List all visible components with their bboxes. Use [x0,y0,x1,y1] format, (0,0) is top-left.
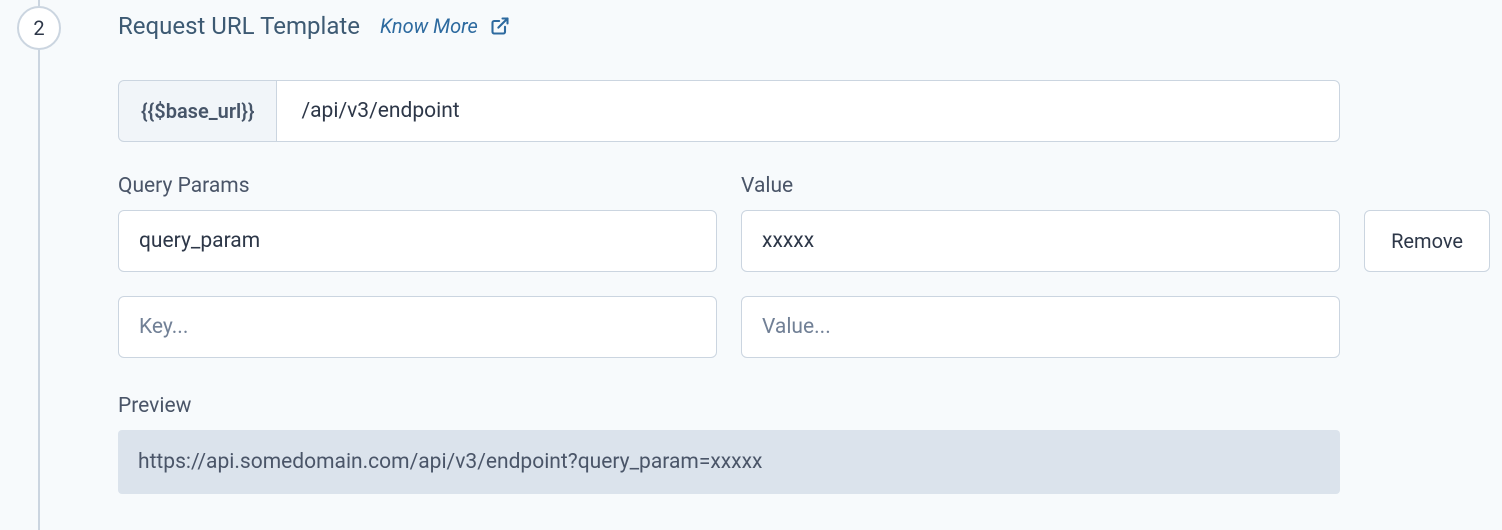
query-params-label: Query Params [118,174,717,198]
preview-output: https://api.somedomain.com/api/v3/endpoi… [118,430,1340,494]
preview-label: Preview [118,394,1340,418]
url-path-input[interactable] [277,80,1340,142]
step-number: 2 [33,16,44,40]
url-template-row: {{$base_url}} [118,80,1340,142]
section-title: Request URL Template [118,12,360,40]
step-indicator-column: 2 [0,0,78,530]
query-param-key-input-new[interactable] [118,296,717,358]
query-param-key-input[interactable] [118,210,717,272]
query-param-value-input[interactable] [741,210,1340,272]
value-label: Value [741,174,1340,198]
remove-button[interactable]: Remove [1364,210,1490,272]
query-param-value-input-new[interactable] [741,296,1340,358]
external-link-icon [490,16,510,36]
know-more-label: Know More [380,14,478,38]
step-connector-bottom [38,50,40,530]
base-url-prefix: {{$base_url}} [118,80,277,142]
step-number-badge: 2 [17,6,61,50]
know-more-link[interactable]: Know More [380,14,510,38]
